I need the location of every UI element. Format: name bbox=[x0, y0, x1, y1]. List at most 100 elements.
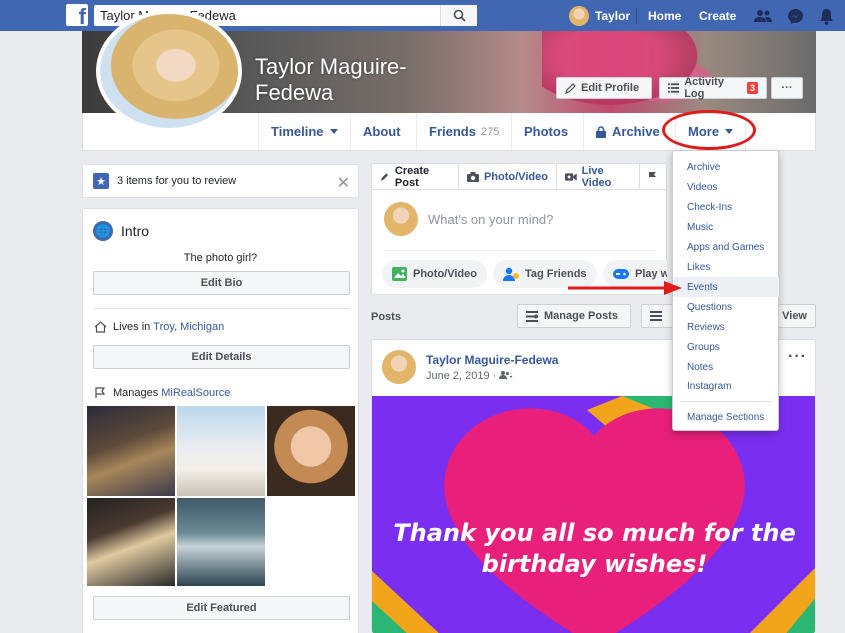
edit-details-button[interactable]: Edit Details bbox=[93, 345, 350, 369]
game-controller-icon bbox=[613, 269, 629, 279]
intro-card: 🌐 Intro The photo girl? Edit Bio Lives i… bbox=[82, 208, 359, 633]
tag-friends-pill-label: Tag Friends bbox=[525, 268, 587, 280]
create-post-label: Create Post bbox=[394, 164, 430, 189]
more-dropdown-menu: Archive Videos Check-Ins Music Apps and … bbox=[672, 150, 779, 431]
review-text: 3 items for you to review bbox=[117, 175, 237, 187]
photo-video-tab[interactable]: Photo/Video bbox=[459, 163, 557, 190]
profile-link[interactable]: Taylor bbox=[569, 0, 630, 31]
activity-log-badge: 3 bbox=[746, 82, 758, 94]
profile-name: Taylor Maguire-Fedewa bbox=[255, 54, 407, 105]
posts-label: Posts bbox=[371, 311, 401, 323]
highlight-circle bbox=[662, 110, 756, 150]
close-icon[interactable]: ✕ bbox=[337, 173, 350, 193]
list-icon bbox=[668, 83, 680, 93]
tab-timeline[interactable]: Timeline bbox=[258, 113, 350, 150]
profile-picture[interactable] bbox=[96, 10, 242, 132]
create-post-tab[interactable]: Create Post bbox=[372, 163, 459, 190]
edit-profile-label: Edit Profile bbox=[581, 82, 640, 94]
featured-photo[interactable] bbox=[267, 406, 355, 496]
menu-item-check-ins[interactable]: Check-Ins bbox=[674, 197, 779, 217]
post-image[interactable]: Thank you all so much for the birthday w… bbox=[372, 396, 815, 633]
tab-photos[interactable]: Photos bbox=[511, 113, 580, 150]
video-camera-icon bbox=[564, 172, 577, 181]
menu-item-reviews[interactable]: Reviews bbox=[674, 317, 779, 337]
manage-posts-button[interactable]: Manage Posts bbox=[517, 304, 631, 328]
manages-label: Manages bbox=[113, 387, 159, 399]
view-toggle-label: View bbox=[782, 310, 807, 322]
lives-in-link[interactable]: Troy, Michigan bbox=[153, 321, 224, 333]
notifications-bell-icon[interactable] bbox=[816, 6, 836, 26]
friend-requests-icon[interactable] bbox=[753, 6, 773, 26]
post-image-text: Thank you all so much for the birthday w… bbox=[393, 519, 796, 578]
menu-item-apps-and-games[interactable]: Apps and Games bbox=[674, 237, 779, 257]
whats-on-your-mind-input[interactable]: What's on your mind? bbox=[384, 202, 553, 236]
avatar[interactable] bbox=[382, 350, 416, 384]
life-event-tab[interactable] bbox=[640, 164, 666, 190]
avatar bbox=[569, 5, 589, 26]
friends-count: 275 bbox=[480, 125, 500, 138]
menu-item-archive[interactable]: Archive bbox=[674, 157, 779, 177]
featured-photo[interactable] bbox=[87, 498, 175, 586]
home-link[interactable]: Home bbox=[648, 0, 681, 31]
featured-photo[interactable] bbox=[177, 498, 265, 586]
star-icon: ★ bbox=[93, 173, 109, 189]
activity-log-button[interactable]: Activity Log 3 bbox=[659, 76, 767, 100]
list-view-icon bbox=[650, 311, 662, 321]
menu-item-manage-sections[interactable]: Manage Sections bbox=[674, 407, 779, 427]
featured-photo[interactable] bbox=[177, 406, 265, 496]
tab-archive-label: Archive bbox=[612, 124, 660, 139]
flag-icon bbox=[649, 172, 656, 182]
post-options-icon[interactable]: ··· bbox=[788, 348, 807, 366]
divider bbox=[636, 8, 637, 24]
divider bbox=[681, 401, 772, 402]
intro-title: Intro bbox=[121, 223, 150, 239]
post-date-text[interactable]: June 2, 2019 · bbox=[426, 370, 499, 382]
divider bbox=[384, 250, 656, 251]
manage-posts-label: Manage Posts bbox=[544, 310, 618, 322]
menu-item-instagram[interactable]: Instagram bbox=[674, 376, 779, 396]
menu-item-events[interactable]: Events bbox=[674, 277, 779, 297]
camera-icon bbox=[466, 171, 479, 182]
live-video-tab[interactable]: Live Video bbox=[557, 163, 640, 190]
menu-item-questions[interactable]: Questions bbox=[674, 297, 779, 317]
pencil-icon bbox=[565, 83, 576, 94]
tag-friends-icon bbox=[503, 267, 519, 281]
messenger-icon[interactable] bbox=[785, 6, 805, 26]
post-author[interactable]: Taylor Maguire-Fedewa bbox=[426, 353, 558, 367]
photo-video-pill-label: Photo/Video bbox=[413, 268, 477, 280]
lives-in-row: Lives in Troy, Michigan bbox=[93, 320, 224, 334]
facebook-logo-icon[interactable]: f bbox=[66, 4, 88, 26]
settings-list-icon bbox=[526, 310, 538, 322]
edit-featured-button[interactable]: Edit Featured bbox=[93, 596, 350, 620]
tab-friends[interactable]: Friends 275 bbox=[416, 113, 511, 150]
intro-bio: The photo girl? bbox=[183, 252, 258, 264]
photo-video-label: Photo/Video bbox=[483, 170, 548, 183]
post-date: June 2, 2019 · bbox=[426, 370, 558, 382]
audience-friends-icon[interactable] bbox=[499, 370, 513, 379]
manages-page-link[interactable]: MiRealSource bbox=[161, 387, 230, 399]
tab-archive[interactable]: Archive bbox=[583, 113, 672, 150]
search-button[interactable] bbox=[440, 5, 477, 26]
menu-item-videos[interactable]: Videos bbox=[674, 177, 779, 197]
lock-icon bbox=[596, 125, 606, 138]
photo-icon bbox=[392, 267, 407, 281]
menu-item-likes[interactable]: Likes bbox=[674, 257, 779, 277]
menu-item-notes[interactable]: Notes bbox=[674, 357, 779, 377]
caret-down-icon bbox=[329, 129, 338, 134]
edit-profile-button[interactable]: Edit Profile bbox=[556, 77, 652, 99]
create-link[interactable]: Create bbox=[699, 0, 736, 31]
annotation-arrow-icon bbox=[568, 281, 682, 295]
composer-placeholder: What's on your mind? bbox=[428, 211, 554, 227]
divider bbox=[93, 308, 350, 309]
tab-timeline-label: Timeline bbox=[271, 124, 324, 139]
tab-about[interactable]: About bbox=[350, 113, 413, 150]
menu-item-music[interactable]: Music bbox=[674, 217, 779, 237]
edit-bio-button[interactable]: Edit Bio bbox=[93, 271, 350, 295]
profile-link-label: Taylor bbox=[595, 8, 631, 23]
featured-photo[interactable] bbox=[87, 406, 175, 496]
photo-video-pill[interactable]: Photo/Video bbox=[382, 260, 487, 288]
menu-item-groups[interactable]: Groups bbox=[674, 337, 779, 357]
review-banner[interactable]: ★ 3 items for you to review ✕ bbox=[82, 164, 359, 198]
more-options-button[interactable]: ··· bbox=[771, 77, 803, 99]
cover-photo-detail bbox=[542, 31, 712, 113]
